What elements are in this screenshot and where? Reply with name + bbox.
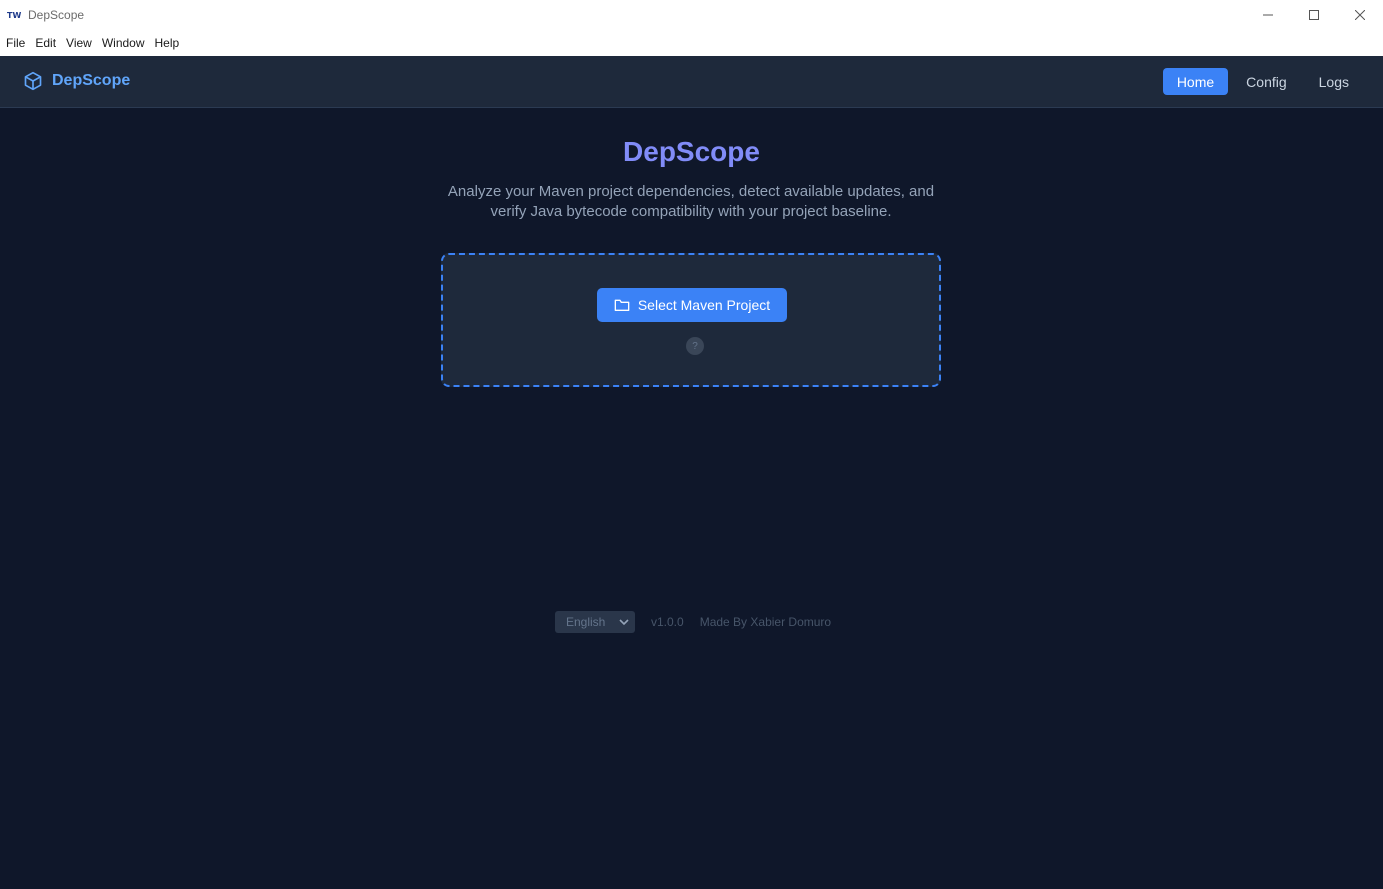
folder-icon	[614, 299, 630, 311]
maximize-button[interactable]	[1291, 0, 1337, 30]
app-icon: TW	[7, 9, 23, 21]
window-title: DepScope	[28, 8, 85, 22]
page-subtitle: Analyze your Maven project dependencies,…	[447, 183, 935, 220]
menu-help[interactable]: Help	[150, 30, 185, 56]
chevron-down-icon	[619, 619, 629, 626]
select-maven-project-button[interactable]: Select Maven Project	[597, 288, 787, 322]
menu-file[interactable]: File	[1, 30, 30, 56]
brand[interactable]: DepScope	[23, 71, 130, 91]
menu-bar: File Edit View Window Help	[0, 30, 1383, 56]
brand-name: DepScope	[52, 72, 131, 89]
window-titlebar: TW DepScope	[0, 0, 1383, 30]
nav-home[interactable]: Home	[1162, 68, 1229, 95]
close-icon	[1355, 10, 1365, 20]
menu-view[interactable]: View	[61, 30, 97, 56]
main-nav: Home Config Logs	[1162, 68, 1363, 95]
page-title: DepScope	[623, 136, 760, 167]
help-icon[interactable]: ?	[686, 337, 704, 355]
cube-icon	[24, 71, 42, 91]
minimize-button[interactable]	[1245, 0, 1291, 30]
menu-edit[interactable]: Edit	[30, 30, 61, 56]
language-select[interactable]: English	[555, 611, 635, 633]
maximize-icon	[1309, 10, 1319, 20]
app-header: DepScope Home Config Logs	[0, 56, 1383, 108]
app-version: v1.0.0	[651, 615, 684, 629]
close-button[interactable]	[1337, 0, 1383, 30]
language-select-value: English	[566, 615, 606, 629]
svg-text:TW: TW	[7, 11, 21, 20]
select-maven-project-label: Select Maven Project	[637, 297, 771, 313]
author-credit: Made By Xabier Domuro	[699, 615, 832, 629]
nav-config[interactable]: Config	[1232, 68, 1300, 95]
window-controls	[1245, 0, 1383, 30]
minimize-icon	[1263, 14, 1273, 16]
project-dropzone[interactable]: Select Maven Project ?	[441, 253, 941, 387]
nav-logs[interactable]: Logs	[1305, 68, 1363, 95]
footer: English v1.0.0 Made By Xabier Domuro	[555, 611, 831, 633]
menu-window[interactable]: Window	[97, 30, 150, 56]
